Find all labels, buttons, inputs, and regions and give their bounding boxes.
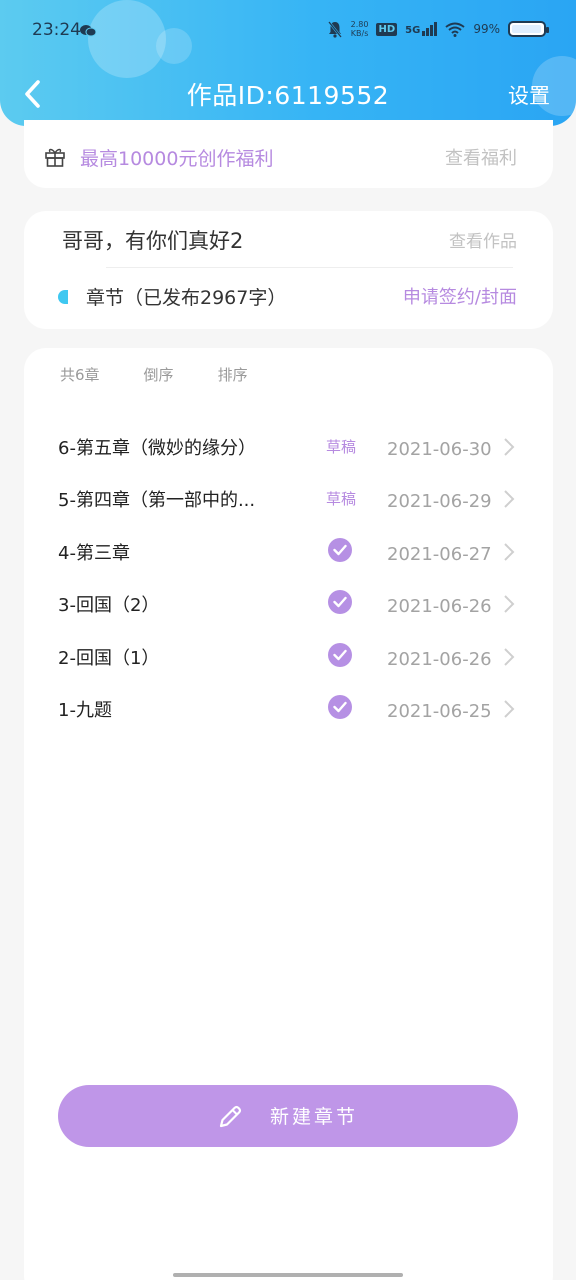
status-time: 23:24 <box>32 20 81 40</box>
draft-badge: 草稿 <box>326 438 357 456</box>
chapter-row[interactable]: 2-回国（1） 2021-06-26 <box>24 632 553 684</box>
section-marker <box>58 290 68 304</box>
status-bar: 23:24 2.80 KB/s HD 5G 99% <box>0 0 576 62</box>
reverse-order-button[interactable]: 倒序 <box>144 364 174 385</box>
chapter-date: 2021-06-26 <box>387 596 492 618</box>
chapters-label: 章节（已发布2967字） <box>86 287 287 309</box>
settings-button[interactable]: 设置 <box>508 80 550 110</box>
chevron-right-icon <box>504 647 515 666</box>
chapter-list: 6-第五章（微妙的缘分） 草稿 2021-06-30 5-第四章（第一部中的..… <box>24 422 553 736</box>
new-chapter-label: 新建章节 <box>270 1106 359 1128</box>
view-benefits-link[interactable]: 查看福利 <box>445 144 517 170</box>
gift-banner-text: 最高10000元创作福利 <box>80 148 274 170</box>
battery-percent: 99% <box>473 22 500 36</box>
chevron-right-icon <box>504 490 515 509</box>
apply-contract-link[interactable]: 申请签约/封面 <box>403 283 517 309</box>
pencil-icon <box>219 1105 242 1128</box>
battery-icon <box>508 21 549 37</box>
nav-bar: 作品ID:6119552 设置 <box>0 62 576 126</box>
divider <box>106 267 513 268</box>
chapter-row[interactable]: 4-第三章 2021-06-27 <box>24 527 553 579</box>
work-title: 哥哥，有你们真好2 <box>62 229 244 253</box>
chapter-title: 6-第五章（微妙的缘分） <box>58 438 256 459</box>
published-check-icon <box>328 642 352 667</box>
chapter-title: 5-第四章（第一部中的... <box>58 490 256 512</box>
published-check-icon <box>328 590 352 615</box>
chevron-right-icon <box>504 543 515 561</box>
chapter-row[interactable]: 5-第四章（第一部中的... 草稿 2021-06-29 <box>24 474 553 526</box>
chapter-title: 3-回国（2） <box>58 595 160 617</box>
chapter-title: 1-九题 <box>58 699 112 721</box>
list-toolbar: 共6章 倒序 排序 <box>60 364 248 385</box>
gift-icon <box>45 148 65 167</box>
net-speed: 2.80 KB/s <box>350 20 369 38</box>
published-check-icon <box>328 694 352 719</box>
chapter-row[interactable]: 6-第五章（微妙的缘分） 草稿 2021-06-30 <box>24 422 553 474</box>
chapter-date: 2021-06-25 <box>387 700 492 722</box>
chapter-list-card: 共6章 倒序 排序 6-第五章（微妙的缘分） 草稿 2021-06-30 5-第… <box>24 348 553 1280</box>
chapter-date: 2021-06-29 <box>387 491 492 513</box>
chapter-date: 2021-06-30 <box>387 439 492 460</box>
chevron-right-icon <box>504 700 515 718</box>
chapter-title: 2-回国（1） <box>58 647 160 669</box>
page-title: 作品ID:6119552 <box>186 81 390 110</box>
chevron-right-icon <box>504 438 515 456</box>
chapter-row[interactable]: 3-回国（2） 2021-06-26 <box>24 579 553 631</box>
chevron-right-icon <box>504 595 515 613</box>
chapter-date: 2021-06-26 <box>387 648 492 670</box>
view-work-link[interactable]: 查看作品 <box>449 227 517 252</box>
signal-icon: 5G <box>405 22 438 36</box>
wifi-icon <box>445 22 465 37</box>
draft-badge: 草稿 <box>326 490 357 509</box>
chapter-row[interactable]: 1-九题 2021-06-25 <box>24 684 553 736</box>
published-check-icon <box>328 537 352 562</box>
work-info-card: 哥哥，有你们真好2 查看作品 章节（已发布2967字） 申请签约/封面 <box>24 211 553 329</box>
chapter-count: 共6章 <box>60 366 100 384</box>
new-chapter-button[interactable]: 新建章节 <box>58 1085 518 1147</box>
gift-banner[interactable]: 最高10000元创作福利 查看福利 <box>24 120 553 188</box>
chapter-date: 2021-06-27 <box>387 543 492 565</box>
app-header: 23:24 2.80 KB/s HD 5G 99% 作品ID:6119552 设… <box>0 0 576 126</box>
mute-bell-icon <box>327 21 342 38</box>
wechat-icon <box>80 25 96 37</box>
home-indicator[interactable] <box>173 1273 403 1277</box>
hd-badge: HD <box>376 22 398 36</box>
chapter-title: 4-第三章 <box>58 542 130 564</box>
sort-button[interactable]: 排序 <box>218 364 248 385</box>
